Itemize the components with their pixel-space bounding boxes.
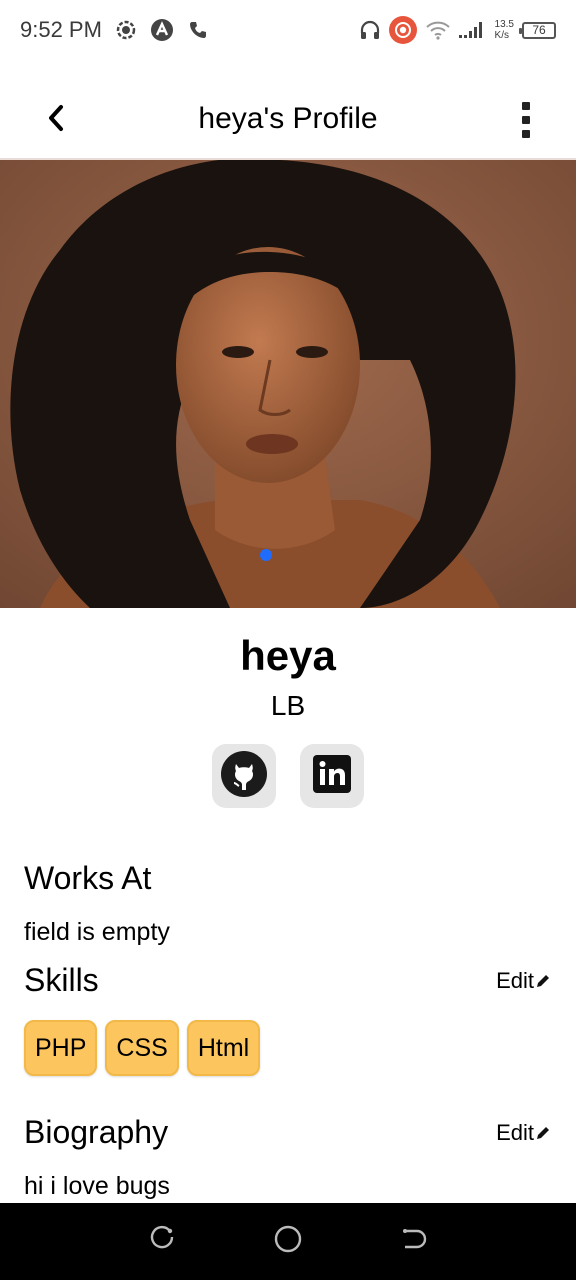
- more-options-button[interactable]: [516, 100, 536, 140]
- headphones-icon: [359, 19, 381, 41]
- biography-title: Biography: [24, 1114, 169, 1150]
- pencil-icon: [536, 1120, 550, 1146]
- network-speed-value: 13.5: [494, 19, 514, 30]
- screen-record-icon: [388, 16, 417, 44]
- record-status-icon: [116, 20, 136, 40]
- github-button[interactable]: [212, 744, 276, 808]
- linkedin-icon: [312, 754, 352, 799]
- app-notification-icon: [150, 18, 174, 42]
- status-bar: 9:52 PM 13.5 K/s 76: [0, 0, 576, 60]
- home-icon: [273, 1224, 303, 1259]
- wifi-icon: [425, 20, 451, 40]
- skills-title: Skills: [24, 962, 99, 998]
- skills-list: PHP CSS Html: [24, 1020, 261, 1076]
- pencil-icon: [536, 968, 550, 994]
- page-title: heya's Profile: [198, 102, 378, 135]
- home-button[interactable]: [268, 1222, 308, 1262]
- skill-chip[interactable]: CSS: [105, 1020, 179, 1076]
- battery-level: 76: [532, 23, 546, 37]
- more-vertical-icon-dot: [522, 102, 530, 110]
- biography-edit-button[interactable]: Edit: [496, 1120, 550, 1146]
- status-right: 13.5 K/s 76: [359, 16, 556, 44]
- back-nav-icon: [399, 1225, 427, 1258]
- status-left: 9:52 PM: [20, 17, 208, 43]
- signal-icon: [458, 21, 487, 39]
- recents-button[interactable]: [143, 1222, 183, 1262]
- profile-location: LB: [270, 690, 306, 721]
- more-vertical-icon-dot: [522, 116, 530, 124]
- profile-name: heya: [240, 632, 336, 679]
- network-speed-unit: K/s: [494, 30, 509, 41]
- skill-chip[interactable]: PHP: [24, 1020, 98, 1076]
- skills-edit-button[interactable]: Edit: [496, 968, 550, 994]
- app-header: heya's Profile: [0, 80, 576, 160]
- back-nav-button[interactable]: [393, 1222, 433, 1262]
- recents-icon: [149, 1225, 177, 1258]
- back-button[interactable]: [40, 102, 72, 138]
- github-icon: [220, 750, 268, 803]
- linkedin-button[interactable]: [300, 744, 364, 808]
- skills-edit-label: Edit: [496, 968, 534, 993]
- works-at-title: Works At: [24, 860, 152, 896]
- system-nav-bar: [0, 1203, 576, 1280]
- more-vertical-icon-dot: [522, 130, 530, 138]
- phone-call-icon: [188, 20, 208, 40]
- status-time: 9:52 PM: [20, 17, 102, 42]
- biography-edit-label: Edit: [496, 1120, 534, 1145]
- battery-icon: 76: [519, 21, 556, 39]
- social-links: [212, 744, 364, 808]
- biography-text: hi i love bugs: [24, 1172, 170, 1200]
- network-speed: 13.5 K/s: [495, 19, 514, 41]
- skill-chip[interactable]: Html: [186, 1020, 261, 1076]
- works-at-value: field is empty: [24, 918, 170, 946]
- chevron-left-icon: [46, 104, 66, 137]
- profile-photo: [0, 160, 576, 608]
